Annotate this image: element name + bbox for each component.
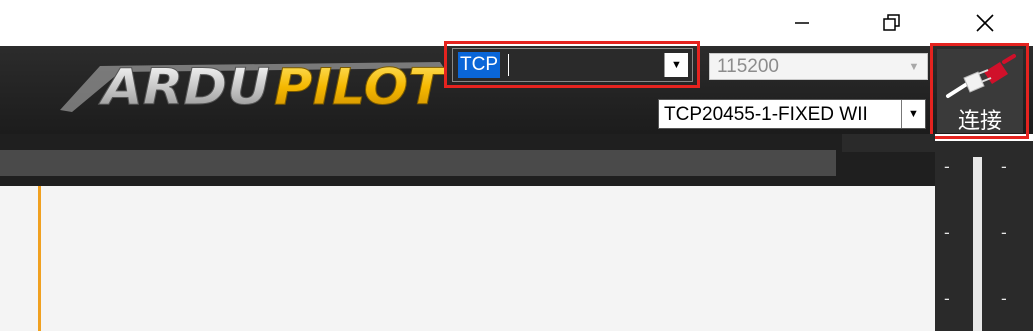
- main-content: [0, 186, 935, 331]
- restore-icon: [883, 14, 900, 31]
- tab-bar: [0, 150, 836, 176]
- gauge-tick: -: [1001, 289, 1007, 308]
- close-button[interactable]: [962, 0, 1008, 46]
- minimize-icon: [795, 22, 809, 24]
- ardupilot-logo: ARDU PILOT: [60, 58, 445, 116]
- gauge-tick: -: [944, 289, 950, 308]
- plug-icon: [946, 54, 1016, 98]
- connection-type-value: TCP: [458, 52, 500, 78]
- svg-text:PILOT: PILOT: [274, 58, 445, 116]
- chevron-down-icon[interactable]: ▼: [664, 53, 688, 77]
- link-select-value: TCP20455-1-FIXED WII: [664, 104, 868, 125]
- chevron-down-icon[interactable]: ▼: [901, 54, 927, 79]
- restore-button[interactable]: [869, 0, 915, 46]
- menu-strip: [0, 134, 935, 186]
- close-icon: [976, 14, 994, 32]
- right-gauge-panel: - - - - - -: [935, 141, 1033, 331]
- baud-rate-value: 115200: [717, 56, 779, 77]
- gauge-tick: -: [944, 223, 950, 242]
- gauge-bar: [973, 157, 982, 331]
- link-select[interactable]: TCP20455-1-FIXED WII ▼: [658, 99, 926, 129]
- text-cursor: [508, 54, 509, 76]
- gauge-tick: -: [1001, 223, 1007, 242]
- minimize-button[interactable]: [779, 0, 825, 46]
- connect-button-label: 连接: [957, 109, 1002, 134]
- connection-type-select[interactable]: TCP ▼: [452, 48, 693, 82]
- gauge-tick: -: [944, 157, 950, 176]
- title-bar: [0, 0, 1033, 46]
- connect-button[interactable]: 连接: [937, 49, 1023, 134]
- baud-rate-select[interactable]: 115200 ▼: [709, 53, 928, 80]
- svg-text:ARDU: ARDU: [98, 58, 270, 116]
- gauge-tick: -: [1001, 157, 1007, 176]
- splitter-line[interactable]: [38, 186, 41, 331]
- chevron-down-icon[interactable]: ▼: [901, 100, 925, 128]
- strip-corner: [842, 134, 935, 152]
